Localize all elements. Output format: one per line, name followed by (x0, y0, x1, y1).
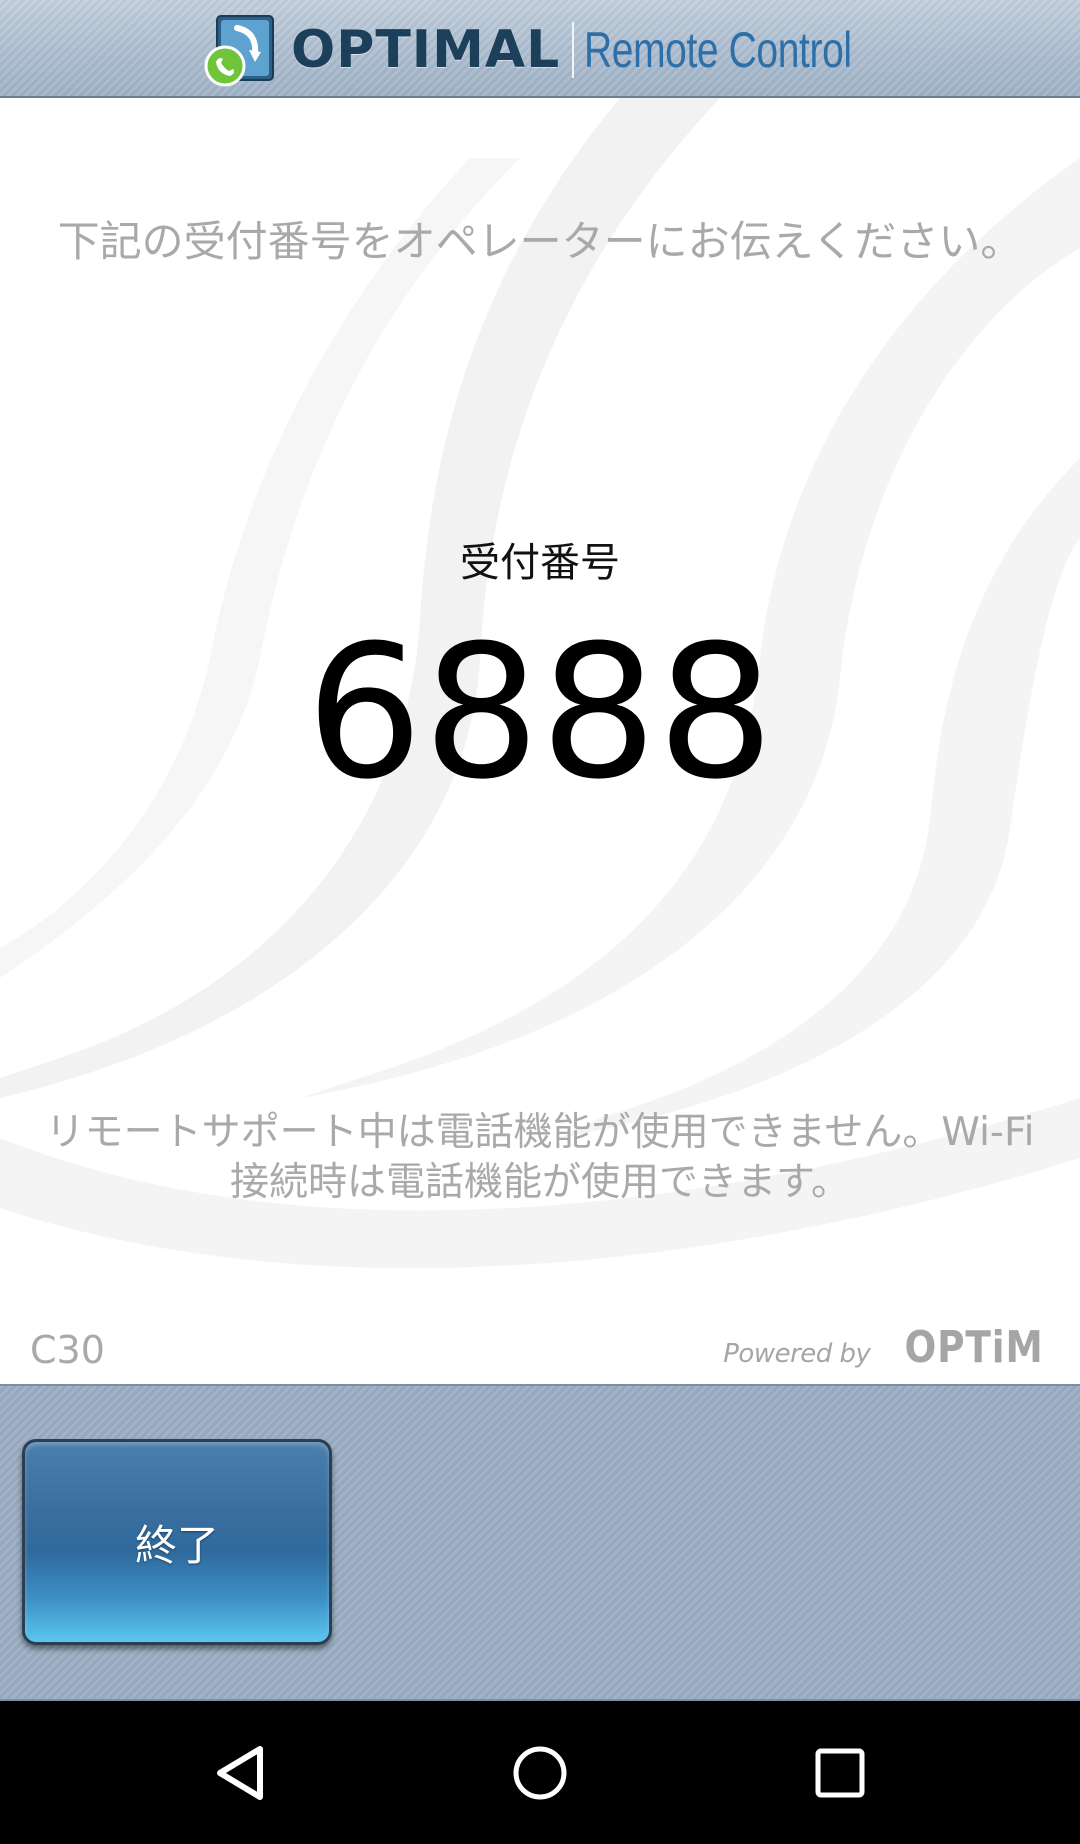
app-logo: OPTIMAL Remote Control (203, 10, 927, 90)
instruction-text: 下記の受付番号をオペレーターにお伝えください。 (57, 217, 1023, 266)
phone-notice-line-1: リモートサポート中は電話機能が使用できません。Wi-Fi (45, 1110, 1035, 1155)
app-header: OPTIMAL Remote Control (0, 0, 1080, 98)
product-name: Remote Control (584, 22, 852, 78)
home-circle-icon[interactable] (504, 1737, 576, 1809)
phone-arrow-icon (203, 12, 279, 88)
powered-by-text: Powered by (723, 1339, 871, 1369)
end-button-label: 終了 (134, 1520, 219, 1570)
system-nav-bar (0, 1701, 1080, 1844)
reception-number: 6888 (305, 606, 775, 820)
brand-name: OPTIMAL (291, 20, 561, 80)
screen: OPTIMAL Remote Control 下記の受付番号をオペレーターにお伝… (0, 0, 1080, 1844)
powered-by-logo: Powered by OPTiM (723, 1322, 1044, 1373)
reception-number-label: 受付番号 (460, 540, 620, 586)
logo-divider (572, 22, 575, 78)
phone-notice: リモートサポート中は電話機能が使用できません。Wi-Fi 接続時は電話機能が使用… (0, 1108, 1080, 1208)
back-triangle-icon[interactable] (204, 1737, 276, 1809)
optim-brand: OPTiM (904, 1322, 1044, 1373)
main-content: 下記の受付番号をオペレーターにお伝えください。 受付番号 6888 リモートサポ… (0, 98, 1080, 1384)
bottom-toolbar: 終了 (0, 1384, 1080, 1701)
recents-square-icon[interactable] (804, 1737, 876, 1809)
end-button[interactable]: 終了 (22, 1439, 332, 1645)
phone-notice-line-2: 接続時は電話機能が使用できます。 (229, 1160, 851, 1205)
version-code: C30 (30, 1328, 105, 1372)
